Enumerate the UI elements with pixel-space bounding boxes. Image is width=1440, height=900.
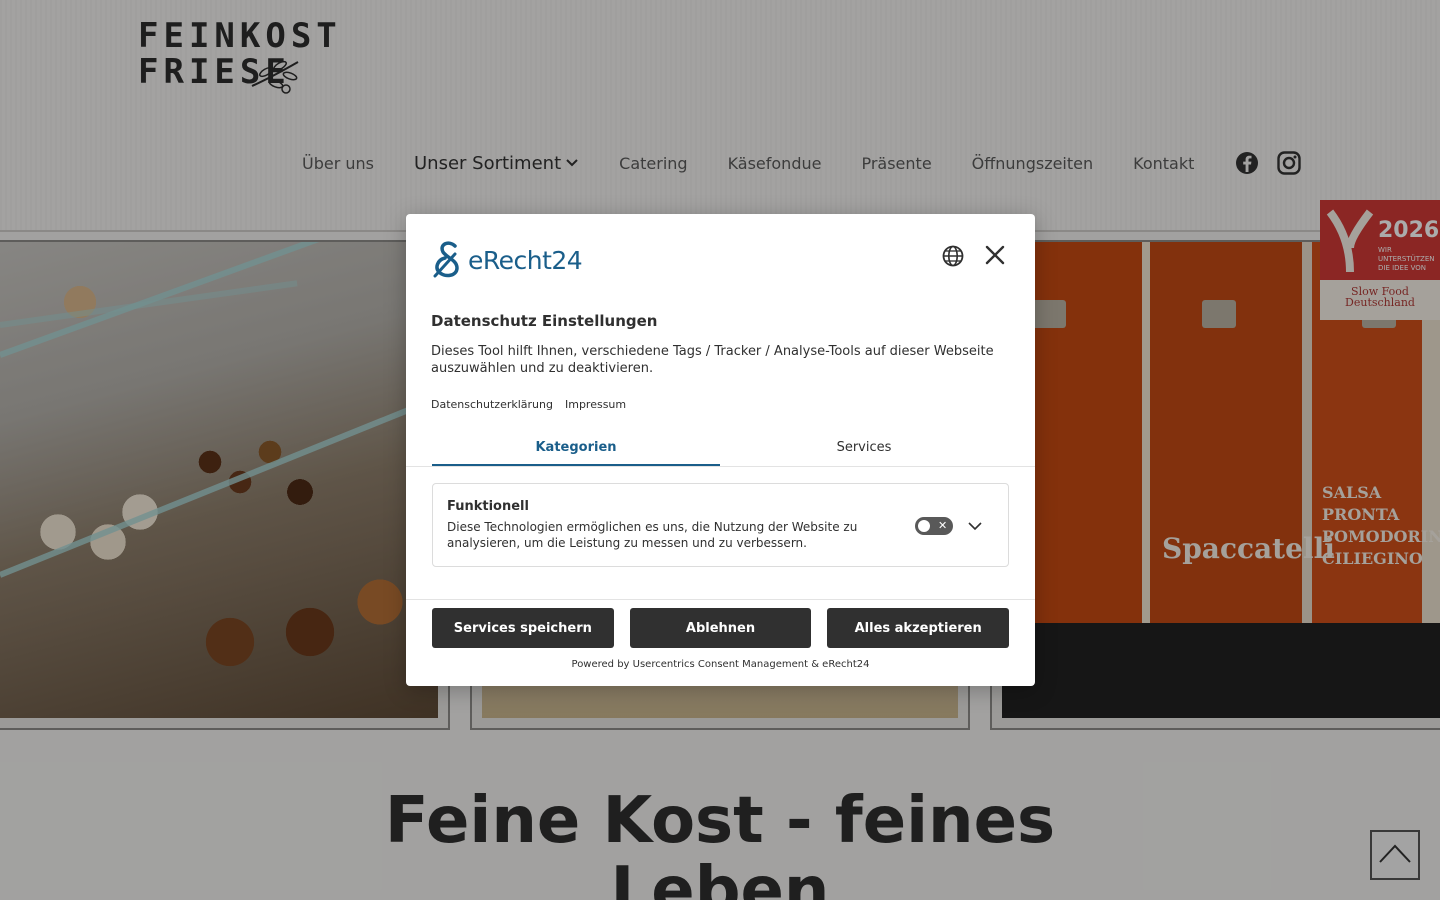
legal-links: Datenschutzerklärung Impressum <box>431 398 626 411</box>
toggle-knob <box>918 520 930 532</box>
tab-kategorien[interactable]: Kategorien <box>432 440 720 455</box>
accept-all-button[interactable]: Alles akzeptieren <box>827 608 1010 648</box>
category-description: Diese Technologien ermöglichen es uns, d… <box>447 520 858 550</box>
toggle-off-icon: ✕ <box>938 519 948 532</box>
privacy-policy-link[interactable]: Datenschutzerklärung <box>431 398 553 411</box>
language-globe-icon[interactable] <box>941 244 965 268</box>
consent-dialog: eRecht24 Datenschutz Einstellungen Diese… <box>406 214 1035 686</box>
deny-button[interactable]: Ablehnen <box>629 608 812 648</box>
imprint-link[interactable]: Impressum <box>565 398 626 411</box>
erecht24-logo: eRecht24 <box>431 240 583 280</box>
category-card-funktionell[interactable]: Funktionell Diese Technologien ermöglich… <box>432 483 1009 567</box>
footer-divider <box>406 599 1035 600</box>
save-services-button[interactable]: Services speichern <box>432 608 614 648</box>
close-icon[interactable] <box>983 243 1007 267</box>
active-tab-indicator <box>432 464 720 466</box>
consent-actions: Services speichern Ablehnen Alles akzept… <box>432 608 1010 648</box>
category-title: Funktionell <box>447 499 529 514</box>
chevron-down-icon[interactable] <box>967 518 983 534</box>
tab-services[interactable]: Services <box>720 440 1008 455</box>
powered-by-text: Powered by Usercentrics Consent Manageme… <box>571 659 870 670</box>
erecht24-symbol-icon <box>433 241 459 278</box>
category-toggle[interactable]: ✕ <box>915 517 953 535</box>
consent-tabs: Kategorien Services <box>406 432 1035 467</box>
brand-name: eRecht24 <box>468 245 583 275</box>
consent-description: Dieses Tool hilft Ihnen, verschiedene Ta… <box>431 344 994 376</box>
consent-title: Datenschutz Einstellungen <box>431 312 658 330</box>
